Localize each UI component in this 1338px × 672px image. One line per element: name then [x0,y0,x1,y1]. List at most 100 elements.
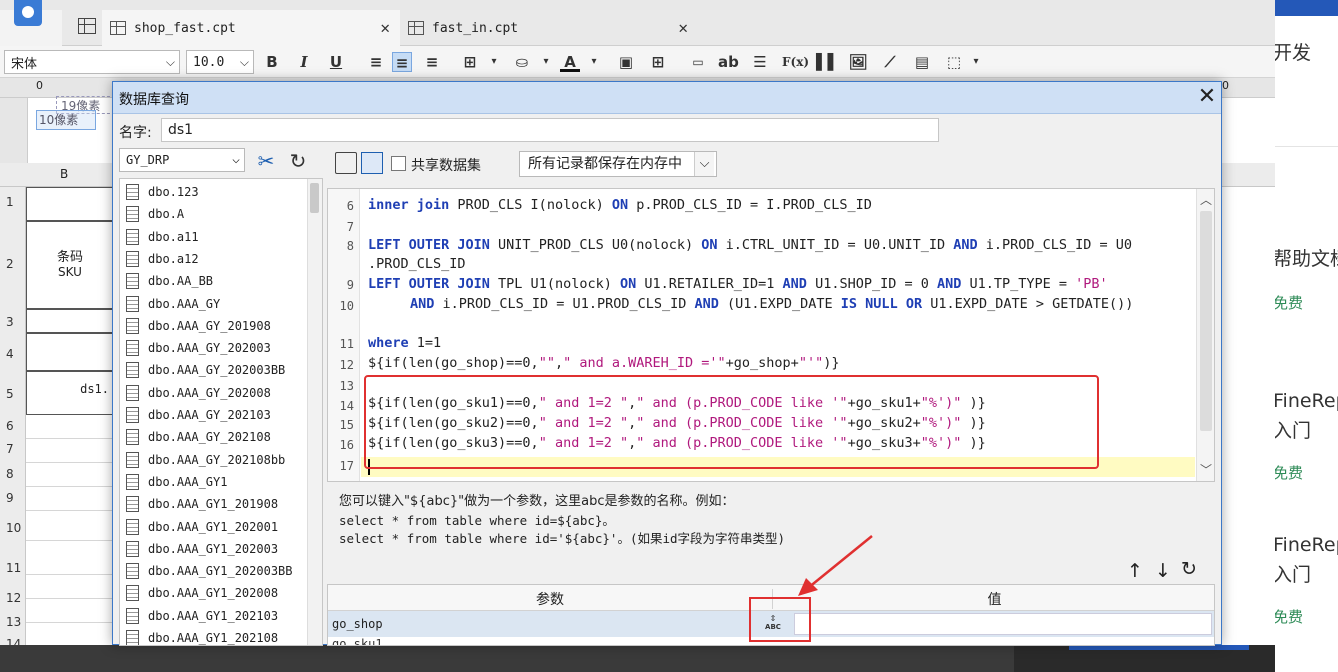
formula-button[interactable]: F(x) [782,52,809,72]
chevron-down-icon[interactable]: ▾ [966,52,986,72]
column-b-header[interactable]: B [60,167,68,181]
table-list[interactable]: dbo.123 dbo.A dbo.a11 dbo.a12 dbo.AA_BB dbo.A… [119,178,323,646]
fill-color-icon[interactable]: ⛀ [512,52,532,72]
row-number[interactable]: 5 [0,387,26,401]
close-icon[interactable]: ✕ [380,18,390,37]
list-item[interactable]: dbo.a11 [120,226,199,248]
align-left-icon[interactable]: ≡ [366,52,386,72]
cell-b2[interactable]: 条码 SKU [26,221,114,309]
row-number[interactable]: 12 [0,591,26,605]
save-icon[interactable] [361,152,383,174]
panel-item-help[interactable]: 帮助文档 [1275,244,1338,271]
list-item[interactable]: dbo.AAA_GY1_202003BB [120,560,293,582]
tab-fast-in[interactable]: fast_in.cpt ✕ [400,10,698,46]
list-item[interactable]: dbo.AAA_GY1_202108 [120,627,278,645]
refresh-icon[interactable]: ↻ [285,149,311,173]
dataset-name-input[interactable]: ds1 [161,118,939,142]
tab-shop-fast[interactable]: shop_fast.cpt ✕ [102,10,400,46]
close-icon[interactable]: ✕ [678,18,688,37]
list-scrollbar[interactable] [307,179,322,645]
row-number[interactable]: 7 [0,442,26,456]
panel-item-finereport-1-sub[interactable]: 入门 [1275,416,1311,443]
move-up-icon[interactable]: ↑ [1127,560,1143,582]
row-number[interactable]: 6 [0,419,26,433]
row-number[interactable]: 4 [0,347,26,361]
text-button[interactable]: ab [718,52,739,72]
list-item[interactable]: dbo.AAA_GY1_201908 [120,493,278,515]
table-icon[interactable]: ⊞ [648,52,668,72]
move-down-icon[interactable]: ↓ [1155,560,1171,582]
chevron-down-icon[interactable]: ▾ [484,52,504,72]
bold-button[interactable]: B [262,52,282,72]
input-widget-icon[interactable]: ▭ [688,52,708,72]
chevron-up-icon[interactable]: ︿ [1197,191,1214,207]
font-family-select[interactable]: 宋体 ⌵ [4,50,180,74]
sql-editor[interactable]: 6 7 8 9 10 11 12 13 14 15 16 17 inner jo… [327,188,1215,482]
panel-item-finereport-2-sub[interactable]: 入门 [1275,560,1311,587]
list-item[interactable]: dbo.AAA_GY_202008 [120,382,271,404]
connection-select[interactable]: GY_DRP ⌵ [119,148,245,172]
grid-icon[interactable] [78,18,96,34]
edit-connection-icon[interactable]: ✂ [253,149,279,173]
font-size-select[interactable]: 10.0 ⌵ [186,50,254,74]
list-item[interactable]: dbo.AAA_GY1 [120,471,227,493]
list-item[interactable]: dbo.AAA_GY1_202003 [120,538,278,560]
list-item[interactable]: dbo.AAA_GY1_202008 [120,582,278,604]
cell-b5[interactable]: ds1. [26,371,114,415]
row-number[interactable]: 1 [0,195,26,209]
row-number[interactable]: 3 [0,315,26,329]
chevron-down-icon[interactable]: ▾ [536,52,556,72]
row-number[interactable]: 9 [0,491,26,505]
list-item[interactable]: dbo.AAA_GY_202108bb [120,449,285,471]
chevron-down-icon[interactable]: ▾ [584,52,604,72]
list-item[interactable]: dbo.AAA_GY_201908 [120,315,271,337]
row-number[interactable]: 11 [0,561,26,575]
list-item[interactable]: dbo.AAA_GY [120,293,220,315]
cell-b3[interactable] [26,309,114,333]
align-center-icon[interactable]: ≡ [392,52,412,72]
list-item[interactable]: dbo.AAA_GY1_202001 [120,516,278,538]
merge-cell-icon[interactable]: ▣ [616,52,636,72]
row-number[interactable]: 8 [0,467,26,481]
row-number[interactable]: 10 [0,521,26,535]
param-value-input[interactable] [794,613,1212,635]
row-number[interactable]: 13 [0,615,26,629]
row-number[interactable]: 2 [0,257,26,271]
list-item[interactable]: dbo.AAA_GY_202103 [120,404,271,426]
align-right-icon[interactable]: ≡ [422,52,442,72]
panel-item-finereport-1[interactable]: FineReport [1275,390,1338,412]
slash-icon[interactable]: ⟋ [880,52,900,72]
cell-b4[interactable] [26,333,114,371]
italic-button[interactable]: I [294,52,314,72]
border-icon[interactable]: ⊞ [460,52,480,72]
dialog-title-bar[interactable]: 数据库查询 ✕ [113,82,1221,114]
chevron-down-icon[interactable]: ﹀ [1197,461,1214,477]
subreport-icon[interactable]: ▤ [912,52,932,72]
panel-item-dev[interactable]: 开发 [1275,38,1311,65]
list-item[interactable]: dbo.AAA_GY_202003BB [120,359,285,381]
font-family-value: 宋体 [11,56,38,72]
underline-button[interactable]: U [326,52,346,72]
chart-icon[interactable]: ▌▌ [816,52,839,72]
list-item[interactable]: dbo.a12 [120,248,199,270]
image-icon[interactable]: 🖼 [848,52,868,72]
border-style-icon[interactable]: ⬚ [944,52,964,72]
list-item[interactable]: dbo.AAA_GY1_202103 [120,605,278,627]
list-item[interactable]: dbo.A [120,203,184,225]
list-item[interactable]: dbo.AA_BB [120,270,213,292]
list-item[interactable]: dbo.123 [120,181,199,203]
editor-scroll-thumb[interactable] [1200,211,1212,431]
share-dataset-checkbox[interactable] [391,156,406,171]
panel-item-finereport-2[interactable]: FineReport [1275,534,1338,556]
cell-b1[interactable] [26,187,114,221]
preview-icon[interactable] [335,152,357,174]
font-color-button[interactable]: A [560,52,580,72]
editor-scrollbar[interactable]: ︿ ﹀ [1196,189,1214,481]
list-item[interactable]: dbo.AAA_GY_202003 [120,337,271,359]
storage-mode-select[interactable]: 所有记录都保存在内存中 ⌵ [519,151,717,177]
close-icon[interactable]: ✕ [1195,85,1219,109]
refresh-icon[interactable]: ↻ [1181,558,1197,580]
list-scroll-thumb[interactable] [310,183,319,213]
paragraph-icon[interactable]: ☰ [750,52,770,72]
list-item[interactable]: dbo.AAA_GY_202108 [120,426,271,448]
